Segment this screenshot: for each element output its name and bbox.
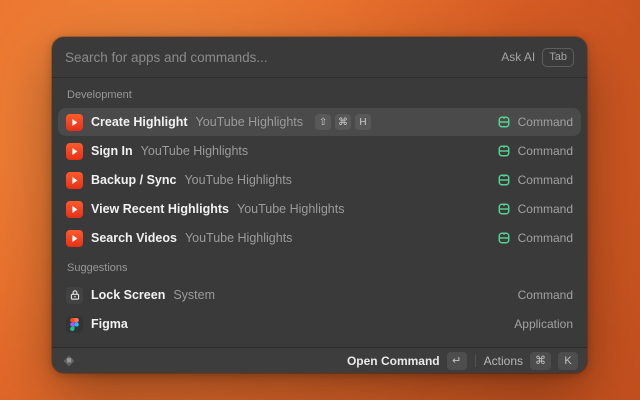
actions-label: Actions <box>484 354 523 368</box>
command-deeplink-icon <box>497 173 511 187</box>
command-deeplink-icon <box>497 144 511 158</box>
item-type-label: Command <box>518 115 573 129</box>
item-type-label: Application <box>514 317 573 331</box>
list-item-search-videos[interactable]: Search Videos YouTube Highlights Command <box>58 224 581 252</box>
footer-divider <box>475 354 476 367</box>
ask-ai-label: Ask AI <box>501 50 535 64</box>
shortcut-key-badge: ⌘ <box>335 114 351 130</box>
youtube-icon <box>66 201 83 218</box>
command-deeplink-icon <box>497 115 511 129</box>
youtube-icon <box>66 230 83 247</box>
item-subtitle: YouTube Highlights <box>141 144 248 158</box>
item-type-label: Command <box>518 173 573 187</box>
launcher-window: Ask AI Tab Development Create Highlight Yo… <box>52 37 587 373</box>
open-command-button[interactable]: Open Command ↵ <box>347 352 467 370</box>
item-type-label: Command <box>518 144 573 158</box>
results-list: Development Create Highlight YouTube Highl… <box>52 78 587 347</box>
figma-icon <box>66 316 83 333</box>
cmd-key-badge: ⌘ <box>530 352 551 370</box>
item-title: Sign In <box>91 144 133 158</box>
item-accessory: Application <box>514 317 573 331</box>
list-item-create-highlight[interactable]: Create Highlight YouTube Highlights ⇧⌘H Com… <box>58 108 581 136</box>
item-type-label: Command <box>518 288 573 302</box>
footer: Open Command ↵ Actions ⌘ K <box>52 347 587 373</box>
command-deeplink-icon <box>497 202 511 216</box>
item-title: Search Videos <box>91 231 177 245</box>
item-subtitle: YouTube Highlights <box>184 173 291 187</box>
lock-icon <box>66 287 83 304</box>
item-accessory: Command <box>518 288 573 302</box>
item-type-label: Command <box>518 202 573 216</box>
item-type-label: Command <box>518 231 573 245</box>
k-key-badge: K <box>558 352 578 370</box>
item-accessory: Command <box>497 231 573 245</box>
item-title: Lock Screen <box>91 288 165 302</box>
youtube-icon <box>66 172 83 189</box>
raycast-logo-icon <box>61 353 77 369</box>
item-accessory: Command <box>497 202 573 216</box>
actions-button[interactable]: Actions ⌘ K <box>484 352 578 370</box>
item-title: Create Highlight <box>91 115 188 129</box>
youtube-icon <box>66 143 83 160</box>
item-title: View Recent Highlights <box>91 202 229 216</box>
shortcut-key-badge: ⇧ <box>315 114 331 130</box>
tab-key-badge: Tab <box>542 48 574 67</box>
command-deeplink-icon <box>497 231 511 245</box>
return-key-badge: ↵ <box>447 352 467 370</box>
item-subtitle: YouTube Highlights <box>196 115 303 129</box>
list-item-view-recent-highlights[interactable]: View Recent Highlights YouTube Highlights… <box>58 195 581 223</box>
item-accessory: Command <box>497 173 573 187</box>
open-command-label: Open Command <box>347 354 440 368</box>
list-item-backup-sync[interactable]: Backup / Sync YouTube Highlights Command <box>58 166 581 194</box>
item-title: Figma <box>91 317 128 331</box>
shortcut-badges: ⇧⌘H <box>315 114 371 130</box>
list-item-figma[interactable]: Figma Application <box>58 310 581 338</box>
shortcut-key-badge: H <box>355 114 371 130</box>
item-title: Backup / Sync <box>91 173 176 187</box>
item-accessory: Command <box>497 115 573 129</box>
section-header-suggestions: Suggestions <box>58 253 581 281</box>
section-header-development: Development <box>58 80 581 108</box>
item-accessory: Command <box>497 144 573 158</box>
list-item-lock-screen[interactable]: Lock Screen System Command <box>58 281 581 309</box>
ask-ai-button[interactable]: Ask AI Tab <box>501 48 574 67</box>
item-subtitle: YouTube Highlights <box>185 231 292 245</box>
search-bar: Ask AI Tab <box>52 37 587 78</box>
item-subtitle: YouTube Highlights <box>237 202 344 216</box>
item-subtitle: System <box>173 288 215 302</box>
list-item-sign-in[interactable]: Sign In YouTube Highlights Command <box>58 137 581 165</box>
youtube-icon <box>66 114 83 131</box>
search-input[interactable] <box>65 50 493 65</box>
